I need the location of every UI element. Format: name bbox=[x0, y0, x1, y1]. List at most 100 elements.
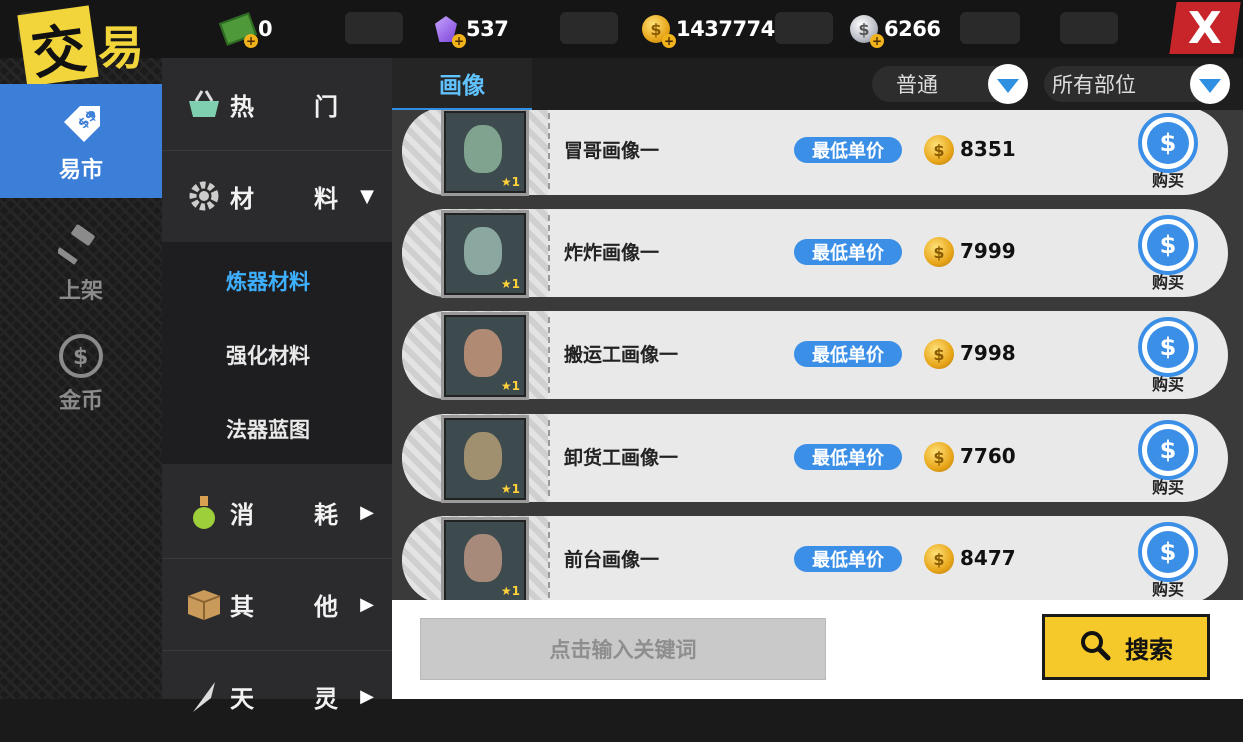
currency-silver[interactable]: $ + 6266 bbox=[848, 10, 941, 48]
item-portrait: ★1 bbox=[444, 418, 526, 500]
list-item[interactable]: ★1 冒哥画像一 最低单价 $ 8351 $ 购买 bbox=[402, 110, 1228, 195]
gear-icon bbox=[184, 176, 224, 216]
svg-text:$: $ bbox=[73, 345, 88, 370]
dropdown-arrow-icon[interactable] bbox=[1190, 64, 1230, 104]
dollar-icon: $ bbox=[1147, 122, 1189, 164]
lowest-price-badge: 最低单价 bbox=[794, 137, 902, 163]
divider bbox=[548, 113, 550, 189]
list-item[interactable]: ★1 前台画像一 最低单价 $ 8477 $ 购买 bbox=[402, 516, 1228, 600]
cash-icon: + bbox=[218, 12, 258, 48]
currency-gold[interactable]: $ + 1437774 bbox=[640, 10, 775, 48]
category-label-hot: 热门 bbox=[230, 92, 398, 121]
submenu-item-refining[interactable]: 炼器材料 bbox=[226, 266, 310, 296]
item-portrait: ★1 bbox=[444, 111, 526, 193]
lowest-price-badge: 最低单价 bbox=[794, 341, 902, 367]
crystal-value: 537 bbox=[466, 17, 509, 41]
silver-value: 6266 bbox=[884, 17, 941, 41]
quality-dropdown-value: 普通 bbox=[896, 73, 938, 97]
item-price: 7760 bbox=[960, 444, 1016, 468]
rail-label-market: 易市 bbox=[58, 158, 103, 183]
item-price: 8351 bbox=[960, 137, 1016, 161]
dropdown-arrow-icon[interactable] bbox=[988, 64, 1028, 104]
top-bar-slot bbox=[345, 12, 403, 44]
item-price: 7998 bbox=[960, 341, 1016, 365]
list-item[interactable]: ★1 炸炸画像一 最低单价 $ 7999 $ 购买 bbox=[402, 209, 1228, 297]
divider bbox=[548, 317, 550, 393]
tab-bar: 画像 普通 所有部位 bbox=[392, 58, 1243, 111]
price-tag-icon: $$ bbox=[54, 98, 108, 152]
search-bar: 点击输入关键词 搜索 bbox=[392, 600, 1243, 699]
dollar-icon: $ bbox=[1147, 326, 1189, 368]
top-bar-slot bbox=[960, 12, 1020, 44]
dollar-icon: $ bbox=[1147, 429, 1189, 471]
close-button[interactable]: X bbox=[1169, 2, 1241, 54]
star-rating: ★1 bbox=[500, 482, 520, 496]
search-icon bbox=[1079, 629, 1111, 665]
chevron-right-icon: ▶ bbox=[360, 501, 374, 523]
close-icon: X bbox=[1188, 2, 1222, 54]
category-consumables[interactable]: 消耗 ▶ bbox=[162, 466, 392, 559]
rail-item-gold[interactable]: $ 金币 bbox=[0, 316, 162, 428]
logo-char-2: 易 bbox=[98, 21, 144, 75]
list-item[interactable]: ★1 卸货工画像一 最低单价 $ 7760 $ 购买 bbox=[402, 414, 1228, 502]
item-list: ★1 冒哥画像一 最低单价 $ 8351 $ 购买 ★1 炸炸画像一 最低单价 $… bbox=[392, 110, 1243, 600]
cash-value: 0 bbox=[258, 17, 273, 41]
list-item[interactable]: ★1 搬运工画像一 最低单价 $ 7998 $ 购买 bbox=[402, 311, 1228, 399]
quality-dropdown[interactable]: 普通 bbox=[872, 64, 1028, 104]
category-others[interactable]: 其他 ▶ bbox=[162, 558, 392, 651]
submenu-item-blueprint[interactable]: 法器蓝图 bbox=[226, 414, 310, 444]
rail-item-market[interactable]: $$ 易市 bbox=[0, 84, 162, 198]
item-portrait: ★1 bbox=[444, 213, 526, 295]
search-input[interactable]: 点击输入关键词 bbox=[420, 618, 826, 680]
category-label-others: 其他 bbox=[230, 592, 398, 621]
buy-button[interactable]: $ 购买 bbox=[1136, 317, 1200, 395]
search-button[interactable]: 搜索 bbox=[1042, 614, 1210, 680]
item-name: 卸货工画像一 bbox=[564, 447, 679, 469]
category-label-consumables: 消耗 bbox=[230, 500, 398, 529]
rail-label-listing: 上架 bbox=[58, 279, 103, 304]
gold-coin-icon: $ bbox=[924, 544, 954, 574]
divider bbox=[548, 420, 550, 496]
rail-item-listing[interactable]: 上架 bbox=[0, 206, 162, 318]
category-hot[interactable]: 热门 bbox=[162, 58, 392, 151]
top-bar-slot bbox=[775, 12, 833, 44]
buy-label: 购买 bbox=[1151, 478, 1184, 497]
category-menu: 热门 材料 ▼ 炼器材料 强化材料 法器蓝图 消耗 ▶ 其他 ▶ 天灵 ▶ bbox=[162, 58, 392, 713]
potion-icon bbox=[184, 492, 224, 532]
chevron-right-icon: ▶ bbox=[360, 593, 374, 615]
currency-crystal[interactable]: + 537 bbox=[430, 10, 509, 48]
star-rating: ★1 bbox=[500, 584, 520, 598]
category-partial[interactable]: 天灵 ▶ bbox=[162, 650, 392, 742]
item-name: 前台画像一 bbox=[564, 549, 660, 571]
gold-coin-icon: $ bbox=[924, 442, 954, 472]
basket-icon bbox=[184, 84, 224, 124]
gold-coin-icon: $ bbox=[924, 339, 954, 369]
item-portrait: ★1 bbox=[444, 520, 526, 600]
item-price: 8477 bbox=[960, 546, 1016, 570]
buy-label: 购买 bbox=[1151, 273, 1184, 292]
buy-button[interactable]: $ 购买 bbox=[1136, 215, 1200, 293]
item-price: 7999 bbox=[960, 239, 1016, 263]
tab-portrait[interactable]: 画像 bbox=[392, 58, 532, 111]
buy-button[interactable]: $ 购买 bbox=[1136, 522, 1200, 600]
top-bar-slot bbox=[1060, 12, 1118, 44]
buy-label: 购买 bbox=[1151, 171, 1184, 190]
part-dropdown[interactable]: 所有部位 bbox=[1044, 64, 1230, 104]
submenu-item-enhance[interactable]: 强化材料 bbox=[226, 340, 310, 370]
currency-cash[interactable]: + 0 bbox=[218, 10, 273, 48]
top-bar-slot bbox=[560, 12, 618, 44]
category-materials[interactable]: 材料 ▼ bbox=[162, 150, 392, 242]
item-name: 搬运工画像一 bbox=[564, 344, 679, 366]
divider bbox=[548, 522, 550, 598]
buy-button[interactable]: $ 购买 bbox=[1136, 420, 1200, 498]
box-icon bbox=[184, 584, 224, 624]
divider bbox=[548, 215, 550, 291]
lowest-price-badge: 最低单价 bbox=[794, 239, 902, 265]
lowest-price-badge: 最低单价 bbox=[794, 444, 902, 470]
part-dropdown-value: 所有部位 bbox=[1052, 73, 1136, 97]
star-rating: ★1 bbox=[500, 277, 520, 291]
chevron-down-icon: ▼ bbox=[360, 185, 374, 207]
gold-coin-icon: $ + bbox=[640, 13, 676, 48]
star-rating: ★1 bbox=[500, 175, 520, 189]
buy-button[interactable]: $ 购买 bbox=[1136, 113, 1200, 191]
